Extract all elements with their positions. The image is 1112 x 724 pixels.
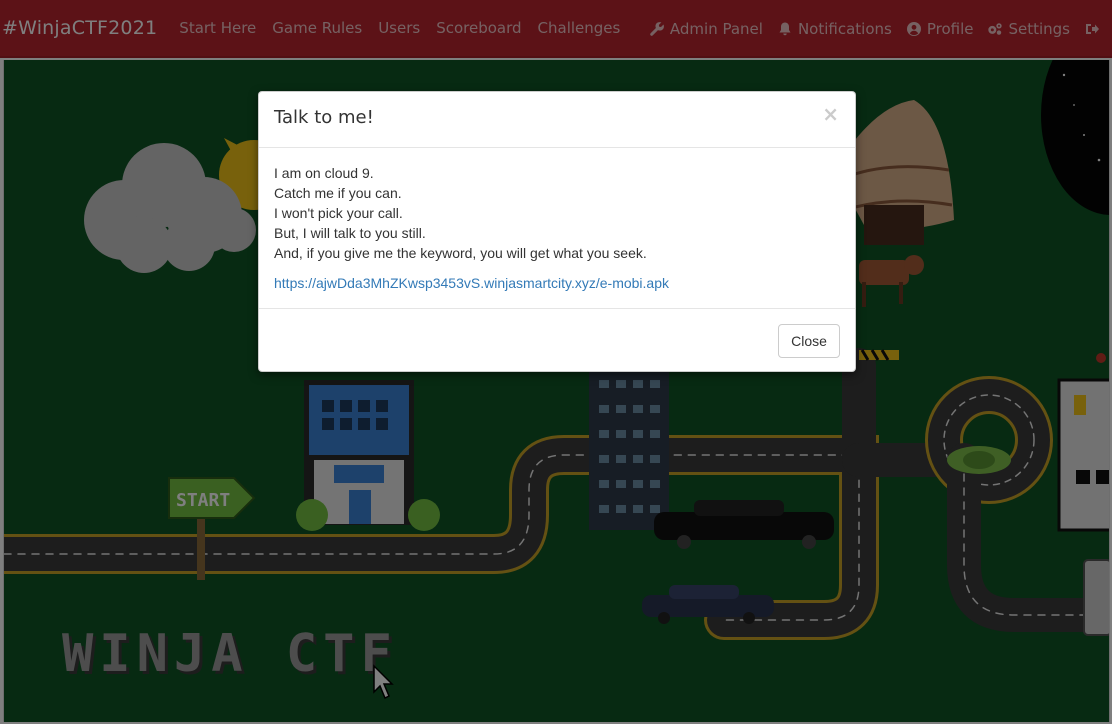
modal-body: I am on cloud 9. Catch me if you can. I …	[259, 148, 855, 308]
close-button[interactable]: Close	[778, 324, 840, 358]
modal-footer: Close	[259, 308, 855, 373]
modal-line: And, if you give me the keyword, you wil…	[274, 245, 647, 261]
modal-line: I won't pick your call.	[274, 205, 403, 221]
modal-line: But, I will talk to you still.	[274, 225, 426, 241]
apk-download-link[interactable]: https://ajwDda3MhZKwsp3453vS.winjasmartc…	[274, 273, 840, 293]
modal-close-icon[interactable]: ×	[822, 104, 839, 124]
modal-title: Talk to me!	[274, 107, 374, 128]
challenge-modal: Talk to me! × I am on cloud 9. Catch me …	[258, 91, 856, 372]
modal-header: Talk to me! ×	[259, 92, 855, 148]
modal-line: I am on cloud 9.	[274, 165, 374, 181]
modal-line: Catch me if you can.	[274, 185, 402, 201]
